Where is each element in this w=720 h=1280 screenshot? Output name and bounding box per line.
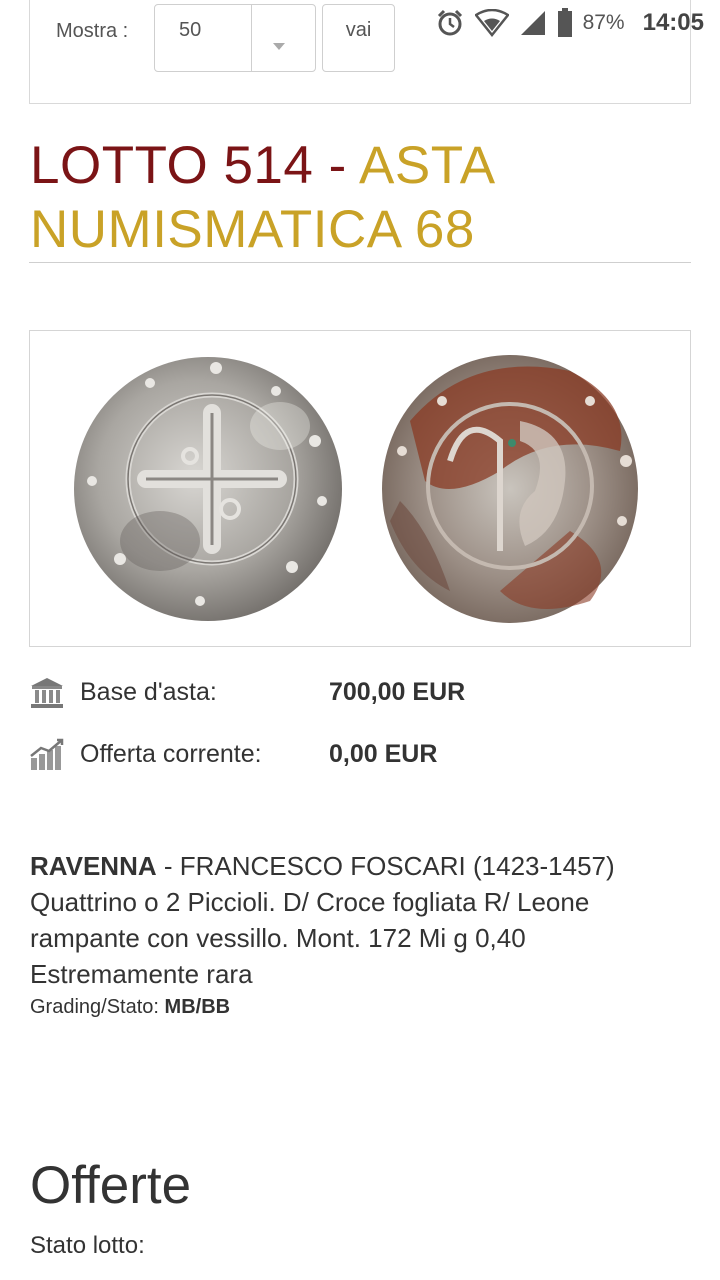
base-price-row: Base d'asta: 700,00 EUR [29,674,691,714]
base-price-value: 700,00 EUR [329,678,466,706]
grading: Grading/Stato: MB/BB [30,996,230,1019]
offers-title: Offerte [30,1156,192,1215]
coin-obverse [74,357,342,621]
battery-percent: 87% [582,11,625,34]
lot-status-label: Stato lotto: [30,1232,145,1259]
status-bar: 87% 14:05 [0,0,720,46]
bank-icon [29,676,65,710]
coin-image[interactable] [29,330,691,647]
chart-icon [29,738,65,772]
current-bid-row: Offerta corrente: 0,00 EUR [29,736,691,776]
lot-description: RAVENNA - FRANCESCO FOSCARI (1423-1457) … [30,848,690,992]
base-price-label: Base d'asta: [80,678,217,706]
grading-label: Grading/Stato: [30,996,165,1018]
alarm-icon [435,8,465,38]
lot-number: LOTTO 514 - [30,136,360,195]
wifi-icon [474,9,509,37]
battery-icon [557,8,573,38]
lot-title: LOTTO 514 - ASTA NUMISMATICA 68 [30,134,692,262]
current-bid-value: 0,00 EUR [329,740,438,768]
title-divider [29,262,691,263]
coin-reverse [382,355,638,623]
current-bid-label: Offerta corrente: [80,740,262,768]
clock: 14:05 [642,9,704,36]
signal-icon [519,9,547,37]
grading-value: MB/BB [164,996,231,1018]
lot-place: RAVENNA [30,851,157,881]
